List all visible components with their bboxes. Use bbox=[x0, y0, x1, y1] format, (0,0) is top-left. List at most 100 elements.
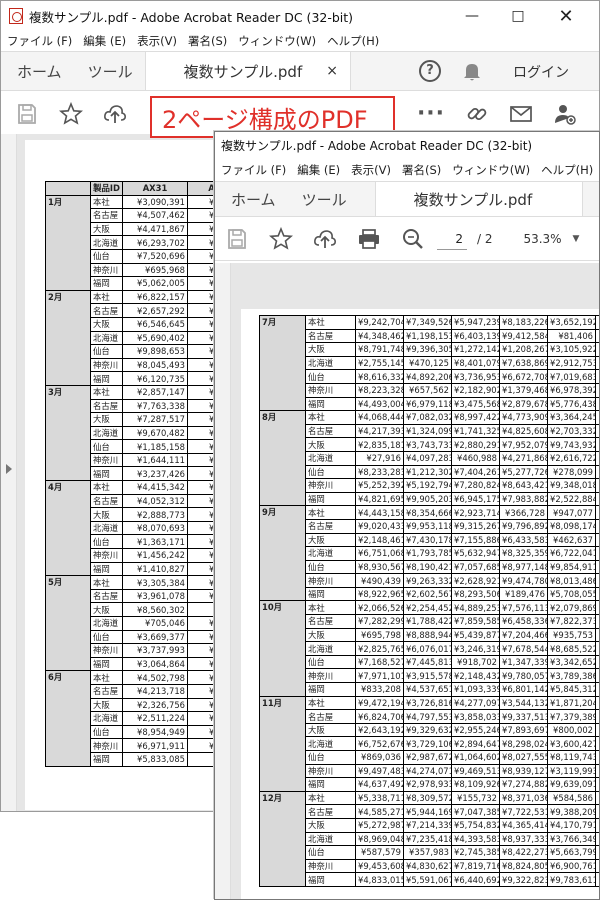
table-row: 神奈川 ¥9,453,608 ¥4,830,627 ¥7,819,716 ¥8,824,… bbox=[260, 858, 599, 874]
value-cell: ¥6,672,708 bbox=[499, 369, 548, 384]
zoom-level[interactable]: 53.3% bbox=[517, 232, 569, 246]
value-cell: ¥4,097,283 bbox=[403, 450, 452, 466]
menu-view[interactable]: 表示(V) bbox=[137, 33, 177, 49]
help-icon[interactable]: ? bbox=[419, 60, 441, 82]
value-cell: ¥4,274,071 bbox=[403, 763, 452, 779]
value-cell: ¥6,801,142 bbox=[499, 682, 548, 697]
upload-cloud-icon[interactable] bbox=[97, 96, 133, 132]
branch-cell: 神奈川 bbox=[90, 452, 123, 468]
value-cell: ¥1,871,204 bbox=[547, 695, 596, 711]
branch-cell: 本社 bbox=[90, 384, 123, 400]
menu-sign[interactable]: 署名(S) bbox=[188, 33, 227, 49]
value-cell: ¥2,602,567 bbox=[403, 586, 452, 602]
menu-file[interactable]: ファイル (F) bbox=[221, 162, 286, 178]
branch-cell: 本社 bbox=[90, 670, 123, 685]
month-cell: 10月 bbox=[259, 600, 306, 697]
maximize-icon[interactable]: □ bbox=[495, 1, 541, 31]
save-icon[interactable] bbox=[219, 221, 255, 257]
value-cell: ¥587,579 bbox=[355, 845, 404, 860]
value-cell: ¥9,670,482 bbox=[122, 425, 188, 441]
value-cell: ¥9,898,653 bbox=[122, 344, 188, 359]
value-cell: ¥8,298,024 bbox=[499, 736, 548, 751]
left-panel-toggle[interactable] bbox=[215, 263, 231, 899]
tab-document-label: 複数サンプル.pdf bbox=[413, 190, 533, 209]
value-cell: ¥7,287,517 bbox=[122, 412, 188, 427]
tab-home[interactable]: ホーム bbox=[1, 52, 78, 90]
menu-view[interactable]: 表示(V) bbox=[351, 162, 391, 178]
value-cell: ¥3,305,384 bbox=[122, 575, 188, 590]
value-cell: ¥6,822,157 bbox=[122, 289, 188, 305]
value-cell: ¥1,788,422 bbox=[403, 614, 452, 629]
bell-icon[interactable] bbox=[461, 60, 483, 82]
left-panel-toggle[interactable] bbox=[1, 134, 17, 811]
value-cell: ¥2,628,921 bbox=[451, 573, 500, 588]
add-user-icon[interactable] bbox=[547, 96, 583, 132]
value-cell: ¥4,585,271 bbox=[355, 804, 404, 819]
value-cell: ¥5, bbox=[595, 369, 599, 384]
tab-document[interactable]: 複数サンプル.pdf bbox=[374, 182, 584, 216]
menu-sign[interactable]: 署名(S) bbox=[402, 162, 441, 178]
tab-tools[interactable]: ツール bbox=[292, 182, 375, 216]
minimize-icon[interactable]: — bbox=[449, 1, 495, 31]
branch-cell: 神奈川 bbox=[305, 478, 356, 493]
branch-cell: 大阪 bbox=[305, 817, 356, 833]
tab-tools[interactable]: ツール bbox=[78, 52, 145, 90]
zoom-dropdown-icon[interactable]: ▼ bbox=[573, 234, 580, 244]
value-cell: ¥8,070,693 bbox=[122, 520, 188, 536]
value-cell: ¥8,791,748 bbox=[355, 342, 404, 357]
menu-window[interactable]: ウィンドウ(W) bbox=[238, 33, 316, 49]
month-cell: 1月 bbox=[45, 194, 91, 291]
tab-close-icon[interactable]: × bbox=[326, 63, 338, 79]
table-row: 2月本社¥6,822,157¥1,07 bbox=[45, 289, 236, 386]
menu-window[interactable]: ウィンドウ(W) bbox=[452, 162, 530, 178]
login-button[interactable]: ログイン bbox=[513, 62, 569, 82]
save-icon[interactable] bbox=[9, 96, 45, 132]
value-cell: ¥4,052,312 bbox=[122, 493, 188, 509]
value-cell: ¥ bbox=[595, 682, 599, 697]
print-icon[interactable] bbox=[351, 221, 387, 257]
branch-cell: 福岡 bbox=[305, 396, 356, 412]
value-cell: ¥2,066,526 bbox=[355, 600, 404, 616]
upload-cloud-icon[interactable] bbox=[307, 221, 343, 257]
value-cell: ¥2,825,765 bbox=[355, 641, 404, 656]
value-cell: ¥4,443,158 bbox=[355, 505, 404, 520]
email-icon[interactable] bbox=[503, 96, 539, 132]
value-cell: ¥7, bbox=[595, 559, 599, 575]
value-cell: ¥5,062,005 bbox=[122, 276, 188, 291]
value-cell: ¥9,497,483 bbox=[355, 763, 404, 779]
branch-cell: 福岡 bbox=[90, 751, 123, 767]
more-icon[interactable]: ··· bbox=[413, 96, 449, 132]
table-row: 大阪 ¥695,798 ¥8,888,944 ¥5,439,877 ¥7,204,466… bbox=[260, 627, 599, 643]
header-blank bbox=[45, 181, 91, 196]
link-icon[interactable] bbox=[459, 96, 495, 132]
value-cell: ¥5, bbox=[595, 763, 599, 779]
branch-cell: 神奈川 bbox=[90, 357, 123, 373]
tab-document[interactable]: 複数サンプル.pdf × bbox=[144, 52, 351, 90]
branch-cell: 本社 bbox=[305, 790, 356, 806]
value-cell: ¥9,796,892 bbox=[499, 518, 548, 534]
value-cell: ¥366,728 bbox=[499, 505, 548, 520]
close-icon[interactable]: ✕ bbox=[543, 1, 589, 31]
zoom-search-icon[interactable] bbox=[395, 221, 431, 257]
star-icon[interactable] bbox=[53, 96, 89, 132]
menu-help[interactable]: ヘルプ(H) bbox=[327, 33, 379, 49]
page-number-input[interactable]: 2 bbox=[437, 228, 467, 250]
branch-cell: 神奈川 bbox=[305, 382, 356, 398]
branch-cell: 名古屋 bbox=[90, 588, 123, 604]
tab-home[interactable]: ホーム bbox=[215, 182, 292, 216]
menu-help[interactable]: ヘルプ(H) bbox=[541, 162, 593, 178]
value-cell: ¥6,979,118 bbox=[403, 396, 452, 412]
value-cell: ¥2,987,672 bbox=[403, 750, 452, 765]
menu-edit[interactable]: 編集 (E) bbox=[83, 33, 126, 49]
header-cell: 製品ID bbox=[90, 181, 123, 196]
expand-arrow-icon[interactable] bbox=[6, 464, 12, 474]
table-row: 仙台 ¥8,233,283 ¥1,212,302 ¥7,404,261 ¥5,277,7… bbox=[260, 464, 599, 480]
value-cell: ¥8,685,522 bbox=[547, 641, 596, 656]
branch-cell: 福岡 bbox=[90, 371, 123, 386]
branch-cell: 名古屋 bbox=[90, 208, 123, 223]
menu-file[interactable]: ファイル (F) bbox=[7, 33, 72, 49]
star-icon[interactable] bbox=[263, 221, 299, 257]
menu-edit[interactable]: 編集 (E) bbox=[297, 162, 340, 178]
value-cell: ¥2,835,181 bbox=[355, 437, 404, 452]
branch-cell: 大阪 bbox=[305, 342, 356, 357]
